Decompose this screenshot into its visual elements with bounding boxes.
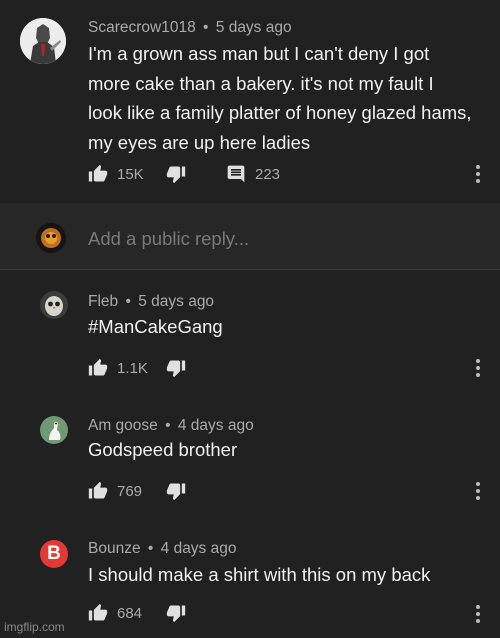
user-avatar [36, 223, 66, 253]
thumbs-down-icon [166, 166, 186, 184]
thumbs-up-icon [88, 358, 108, 376]
more-vert-icon [476, 605, 480, 609]
thumbs-down-icon [166, 360, 186, 378]
comment-age[interactable]: 4 days ago [178, 417, 254, 434]
comment-age[interactable]: 5 days ago [138, 293, 214, 310]
like-count: 15K [117, 165, 144, 183]
reply-am-goose: Am goose • 4 days ago Godspeed brother 7… [0, 392, 500, 516]
comment-text: I'm a grown ass man but I can't deny I g… [88, 39, 472, 157]
comment-line: Godspeed brother [88, 439, 238, 460]
more-vert-icon-dot [476, 619, 480, 623]
comment-line: I'm a grown ass man but I can't deny I g… [88, 43, 430, 64]
thumbs-up-icon [88, 603, 108, 621]
more-vert-icon-dot [476, 612, 480, 616]
goose-avatar-image [40, 416, 68, 444]
reply-input[interactable]: Add a public reply... [88, 228, 249, 250]
more-vert-icon-dot [476, 496, 480, 500]
dislike-button[interactable] [166, 356, 186, 380]
comment-line: #ManCakeGang [88, 316, 223, 337]
avatar-letter: B [47, 543, 61, 564]
user-avatar-image [36, 223, 66, 253]
comment-meta: Bounze • 4 days ago [88, 540, 236, 558]
meta-separator: • [147, 540, 154, 557]
comment-actions: 1.1K [88, 356, 488, 380]
comment-meta: Am goose • 4 days ago [88, 417, 254, 435]
comment-line: look like a family platter of honey glaz… [88, 102, 472, 123]
comment-icon [227, 165, 245, 183]
comment-meta: Scarecrow1018 • 5 days ago [88, 19, 292, 37]
like-button[interactable]: 15K [88, 162, 144, 186]
assassin-avatar-image [20, 18, 66, 64]
dislike-button[interactable] [166, 162, 186, 186]
comment-text: I should make a shirt with this on my ba… [88, 560, 430, 590]
more-vert-icon [476, 359, 480, 363]
like-button[interactable]: 684 [88, 601, 142, 625]
replies-button[interactable]: 223 [226, 162, 280, 186]
more-options-button[interactable] [476, 359, 480, 380]
avatar[interactable] [40, 291, 68, 319]
comment-line: more cake than a bakery. it's not my fau… [88, 72, 434, 94]
comment-text: Godspeed brother [88, 435, 237, 465]
avatar[interactable] [20, 18, 66, 64]
owl-avatar-image [40, 291, 68, 319]
comment-age[interactable]: 4 days ago [161, 540, 237, 557]
comment-age[interactable]: 5 days ago [216, 19, 292, 36]
thumbs-down-icon [166, 605, 186, 623]
avatar[interactable] [40, 416, 68, 444]
comment-actions: 684 [88, 601, 488, 625]
meta-separator: • [203, 19, 209, 36]
like-count: 1.1K [117, 359, 148, 377]
thumbs-up-icon [88, 481, 108, 499]
reply-bounze: B Bounze • 4 days ago I should make a sh… [0, 516, 500, 638]
more-vert-icon-dot [476, 179, 480, 183]
comment-scarecrow1018: Scarecrow1018 • 5 days ago I'm a grown a… [0, 0, 500, 203]
like-button[interactable]: 769 [88, 479, 142, 503]
reply-box: Add a public reply... [0, 203, 500, 269]
comment-line: my eyes are up here ladies [88, 131, 311, 153]
like-count: 769 [117, 482, 143, 500]
more-options-button[interactable] [476, 605, 480, 626]
reply-count: 223 [255, 165, 281, 183]
meta-separator: • [165, 417, 171, 434]
reply-fleb: Fleb • 5 days ago #ManCakeGang 1.1K [0, 270, 500, 392]
like-button[interactable]: 1.1K [88, 356, 148, 380]
thumbs-up-icon [88, 164, 108, 182]
more-vert-icon [476, 482, 480, 486]
meta-separator: • [125, 293, 131, 310]
avatar[interactable]: B [40, 540, 68, 568]
comment-actions: 769 [88, 479, 488, 503]
more-options-button[interactable] [476, 482, 480, 503]
author-name[interactable]: Scarecrow1018 [88, 19, 196, 36]
author-name[interactable]: Am goose [88, 417, 158, 434]
more-vert-icon-dot [476, 373, 480, 377]
more-vert-icon-dot [476, 489, 480, 493]
thumbs-down-icon [166, 483, 186, 501]
more-options-button[interactable] [476, 165, 480, 186]
like-count: 684 [117, 604, 143, 622]
comment-meta: Fleb • 5 days ago [88, 293, 214, 311]
author-name[interactable]: Bounze [88, 540, 141, 557]
author-name[interactable]: Fleb [88, 293, 118, 310]
dislike-button[interactable] [166, 479, 186, 503]
comment-text: #ManCakeGang [88, 312, 223, 342]
more-vert-icon-dot [476, 366, 480, 370]
comment-line: I should make a shirt with this on my ba… [88, 564, 431, 585]
dislike-button[interactable] [166, 601, 186, 625]
more-vert-icon-dot [476, 172, 480, 176]
watermark: imgflip.com [4, 620, 65, 634]
more-vert-icon [476, 165, 480, 169]
comment-actions: 15K 223 [88, 162, 488, 186]
